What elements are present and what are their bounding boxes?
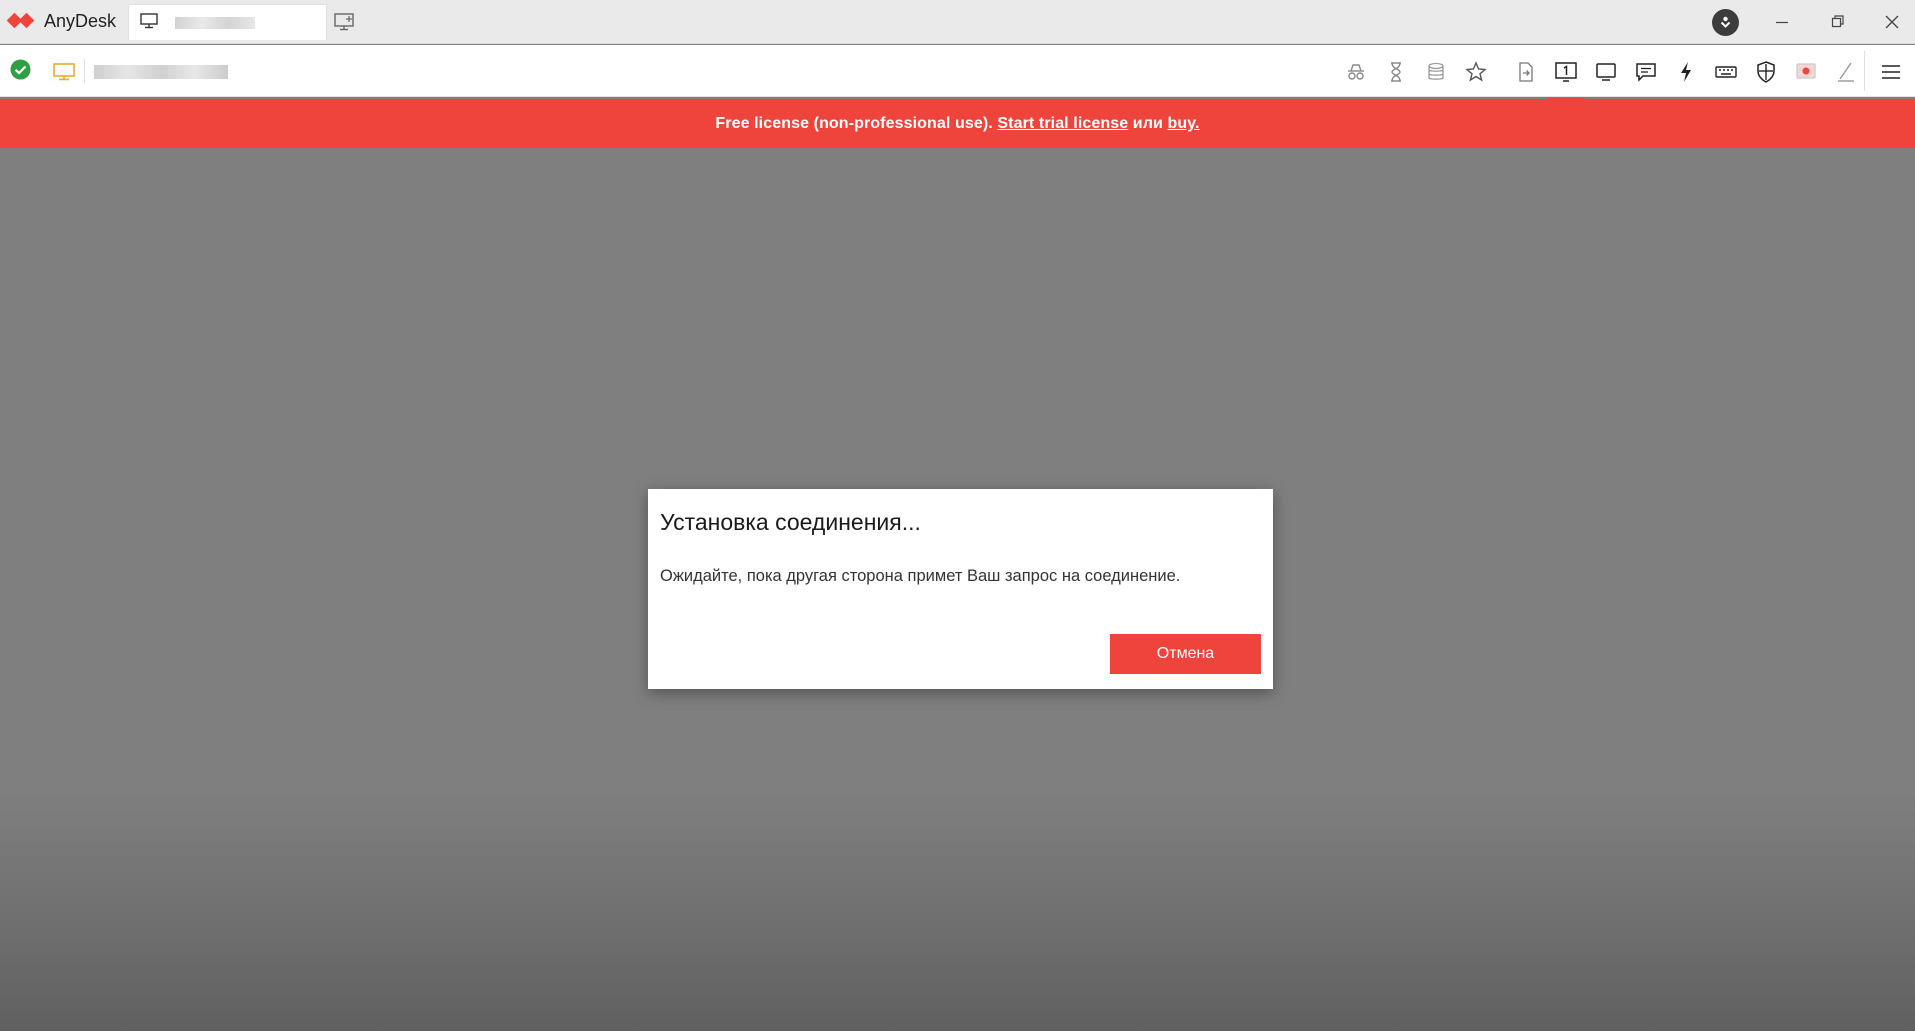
divider [1864, 51, 1865, 91]
connecting-dialog: Установка соединения... Ожидайте, пока д… [648, 489, 1273, 689]
start-trial-link[interactable]: Start trial license [997, 115, 1128, 132]
dialog-title: Установка соединения... [660, 509, 921, 535]
restore-icon[interactable] [1830, 12, 1846, 37]
license-notice: Free license (non-professional use). [715, 115, 998, 132]
record-icon[interactable] [1792, 58, 1820, 86]
permissions-icon[interactable] [1752, 58, 1780, 86]
pen-icon[interactable] [1832, 58, 1860, 86]
app-name: AnyDesk [44, 11, 117, 31]
monitor-icon [53, 63, 75, 86]
session-tab-address-redacted [175, 17, 255, 29]
display-icon[interactable] [1592, 58, 1620, 86]
close-icon[interactable] [1884, 12, 1900, 37]
download-icon[interactable] [1712, 9, 1739, 36]
dialog-message: Ожидайте, пока другая сторона примет Ваш… [660, 567, 1181, 585]
banner-conjunction: или [1128, 115, 1168, 132]
menu-icon[interactable] [1877, 58, 1905, 86]
star-icon[interactable] [1462, 58, 1490, 86]
keyboard-icon[interactable] [1712, 58, 1740, 86]
minimize-icon[interactable] [1774, 12, 1790, 37]
remote-address-redacted [94, 65, 228, 79]
cancel-button[interactable]: Отмена [1110, 634, 1261, 674]
session-toolbar [0, 45, 1915, 100]
buy-link[interactable]: buy. [1167, 115, 1199, 132]
divider [84, 59, 85, 83]
remote-address-bar[interactable] [42, 51, 1332, 91]
new-session-icon[interactable] [334, 12, 356, 37]
monitor-icon [140, 13, 158, 34]
session-tab[interactable] [128, 4, 327, 40]
chat-icon[interactable] [1632, 58, 1660, 86]
incognito-icon[interactable] [1342, 58, 1370, 86]
file-transfer-icon[interactable] [1512, 58, 1540, 86]
hourglass-icon[interactable] [1382, 58, 1410, 86]
connected-check-icon [10, 59, 31, 85]
display-1-icon[interactable] [1547, 58, 1585, 100]
anydesk-logo-icon [6, 10, 38, 34]
database-icon[interactable] [1422, 58, 1450, 86]
title-bar: AnyDesk [0, 0, 1915, 44]
license-banner: Free license (non-professional use). Sta… [0, 99, 1915, 148]
actions-icon[interactable] [1672, 58, 1700, 86]
